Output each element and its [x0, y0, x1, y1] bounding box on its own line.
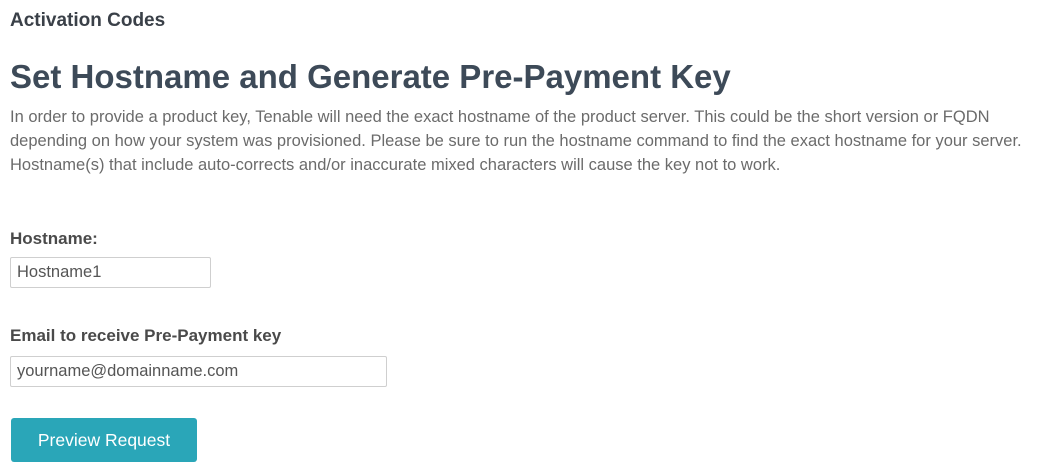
- email-label: Email to receive Pre-Payment key: [10, 326, 282, 345]
- activation-codes-page: Activation Codes Set Hostname and Genera…: [0, 0, 1063, 474]
- instructions-text: In order to provide a product key, Tenab…: [10, 108, 1022, 174]
- preview-request-button[interactable]: Preview Request: [11, 418, 197, 462]
- page-title: Set Hostname and Generate Pre-Payment Ke…: [10, 58, 731, 95]
- email-input[interactable]: [10, 356, 387, 387]
- hostname-label: Hostname:: [10, 229, 98, 248]
- hostname-input[interactable]: [10, 257, 211, 288]
- section-label: Activation Codes: [10, 10, 166, 31]
